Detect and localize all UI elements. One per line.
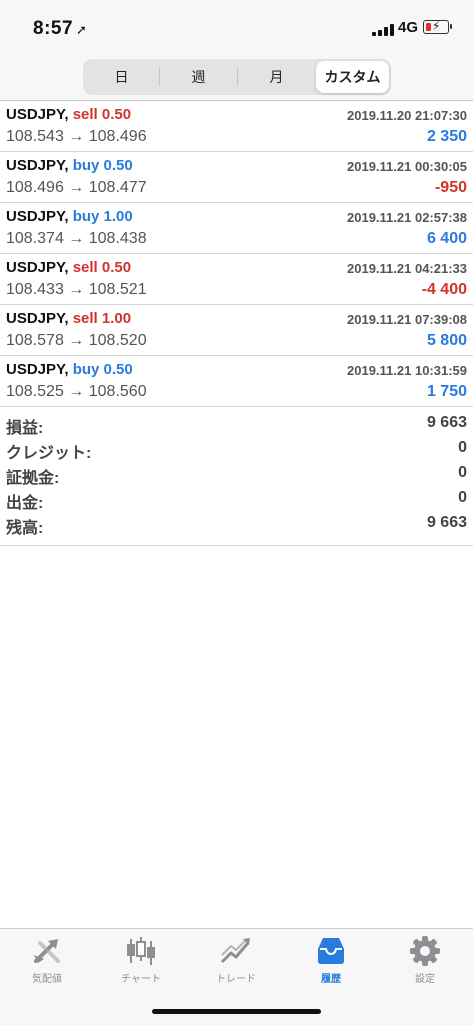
trade-profit: -4 400 <box>421 281 467 298</box>
trade-profit: 2 350 <box>426 128 467 145</box>
trade-symbol: USDJPY, buy 0.50 <box>6 157 133 174</box>
trade-side-volume: buy 0.50 <box>72 157 133 174</box>
period-tab-month[interactable]: 月 <box>239 61 314 93</box>
location-arrow-icon: ➚ <box>76 22 88 37</box>
summary-balance: 残高: 9 663 <box>0 510 473 537</box>
trade-symbol: USDJPY, buy 0.50 <box>6 361 133 378</box>
period-tab-week[interactable]: 週 <box>161 61 236 93</box>
trade-row[interactable]: USDJPY, buy 0.50 2019.11.21 00:30:05 108… <box>0 152 473 203</box>
trade-side-volume: buy 1.00 <box>72 208 133 225</box>
trade-profit: 1 750 <box>426 383 467 400</box>
summary-margin: 証拠金: 0 <box>0 460 473 487</box>
tab-trade[interactable]: トレード <box>189 935 283 991</box>
trade-prices: 108.578 → 108.520 <box>6 332 147 349</box>
trade-prices: 108.543 → 108.496 <box>6 128 147 145</box>
tab-label: 履歴 <box>321 974 341 985</box>
trade-symbol: USDJPY, sell 1.00 <box>6 310 132 327</box>
segment-divider <box>159 68 160 86</box>
trade-datetime: 2019.11.21 00:30:05 <box>347 159 467 174</box>
trade-prices: 108.433 → 108.521 <box>6 281 147 298</box>
tab-label: チャート <box>121 974 161 985</box>
status-time: 8:57 ➚ <box>33 18 88 39</box>
account-summary: 損益: 9 663 クレジット: 0 証拠金: 0 出金: 0 残高: 9 66… <box>0 410 473 546</box>
trade-prices: 108.525 → 108.560 <box>6 383 147 400</box>
battery-icon: ⚡ <box>423 19 449 34</box>
summary-label: 残高: <box>6 520 44 537</box>
trade-symbol: USDJPY, sell 0.50 <box>6 106 132 123</box>
trade-history-list: USDJPY, sell 0.50 2019.11.20 21:07:30 10… <box>0 101 473 407</box>
trade-row[interactable]: USDJPY, sell 0.50 2019.11.21 04:21:33 10… <box>0 254 473 305</box>
home-indicator <box>152 1009 321 1014</box>
trade-trend-icon <box>220 938 250 964</box>
tab-quotes[interactable]: 気配値 <box>0 935 94 991</box>
gear-icon <box>410 936 440 966</box>
trade-datetime: 2019.11.20 21:07:30 <box>347 108 467 123</box>
trade-symbol: USDJPY, buy 1.00 <box>6 208 133 225</box>
tab-chart[interactable]: チャート <box>94 935 188 991</box>
trade-datetime: 2019.11.21 04:21:33 <box>347 261 467 276</box>
tab-label: 設定 <box>415 974 435 985</box>
summary-credit: クレジット: 0 <box>0 435 473 462</box>
trade-side-volume: buy 0.50 <box>72 361 133 378</box>
summary-withdrawal: 出金: 0 <box>0 485 473 512</box>
quotes-icon <box>34 939 60 963</box>
trade-side-volume: sell 0.50 <box>72 106 132 123</box>
trade-symbol: USDJPY, sell 0.50 <box>6 259 132 276</box>
summary-profit: 損益: 9 663 <box>0 410 473 437</box>
history-inbox-icon <box>318 938 344 964</box>
period-tab-custom[interactable]: カスタム <box>316 61 389 93</box>
trade-datetime: 2019.11.21 10:31:59 <box>347 363 467 378</box>
summary-value: 0 <box>458 489 467 506</box>
candlestick-chart-icon <box>127 937 155 965</box>
summary-value: 9 663 <box>426 514 467 531</box>
summary-value: 9 663 <box>426 414 467 431</box>
period-bar: 日 週 月 カスタム <box>0 56 473 101</box>
trade-row[interactable]: USDJPY, buy 1.00 2019.11.21 02:57:38 108… <box>0 203 473 254</box>
trade-row[interactable]: USDJPY, buy 0.50 2019.11.21 10:31:59 108… <box>0 356 473 407</box>
summary-value: 0 <box>458 464 467 481</box>
cellular-signal-icon <box>372 24 394 36</box>
tab-label: トレード <box>216 974 256 985</box>
trade-prices: 108.374 → 108.438 <box>6 230 147 247</box>
trade-side-volume: sell 1.00 <box>72 310 132 327</box>
status-bar: 8:57 ➚ 4G ⚡ <box>0 0 473 56</box>
period-segmented-control: 日 週 月 カスタム <box>83 59 391 95</box>
trade-profit: -950 <box>434 179 467 196</box>
trade-row[interactable]: USDJPY, sell 1.00 2019.11.21 07:39:08 10… <box>0 305 473 356</box>
battery-tip <box>450 24 452 29</box>
trade-datetime: 2019.11.21 02:57:38 <box>347 210 467 225</box>
tab-label: 気配値 <box>32 974 62 985</box>
tab-history[interactable]: 履歴 <box>284 935 378 991</box>
trade-prices: 108.496 → 108.477 <box>6 179 147 196</box>
trade-side-volume: sell 0.50 <box>72 259 132 276</box>
tab-settings[interactable]: 設定 <box>378 935 472 991</box>
trade-datetime: 2019.11.21 07:39:08 <box>347 312 467 327</box>
network-type: 4G <box>398 19 419 36</box>
period-tab-day[interactable]: 日 <box>85 61 158 93</box>
summary-value: 0 <box>458 439 467 456</box>
trade-row[interactable]: USDJPY, sell 0.50 2019.11.20 21:07:30 10… <box>0 101 473 152</box>
segment-divider <box>237 68 238 86</box>
trade-profit: 5 800 <box>426 332 467 349</box>
trade-profit: 6 400 <box>426 230 467 247</box>
